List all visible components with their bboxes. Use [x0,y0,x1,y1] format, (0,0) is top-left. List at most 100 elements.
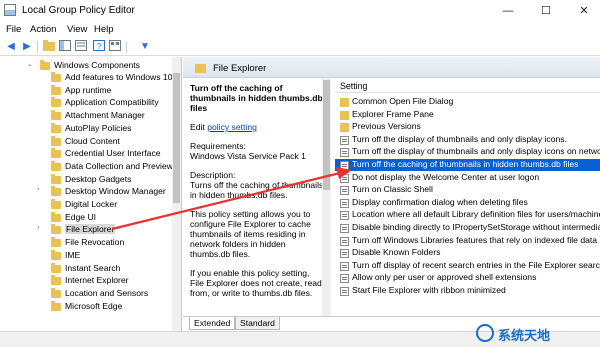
requirements-label: Requirements: [190,141,246,151]
policy-icon [340,236,349,246]
tree-item[interactable]: Attachment Manager [0,110,172,122]
setting-label: Start File Explorer with ribbon minimize… [352,285,506,295]
setting-label: Previous Versions [352,121,421,132]
folder-icon [51,135,61,146]
tree-item-label: Location and Sensors [65,287,149,298]
view-icon[interactable] [108,40,122,54]
tree-item[interactable]: Edge UI [0,211,172,224]
close-button[interactable]: ✕ [566,2,600,20]
setting-folder-row[interactable]: Common Open File Dialog [335,96,600,108]
tree-item[interactable]: Cloud Content [0,135,172,148]
svg-text:?: ? [97,42,102,51]
tree-item[interactable]: Application Compatibility [0,97,172,109]
policy-row[interactable]: Turn off display of recent search entrie… [335,260,600,272]
setting-label: Allow only per user or approved shell ex… [352,272,537,283]
window-title: Local Group Policy Editor [22,5,135,16]
tree-item[interactable]: Credential User Interface [0,148,172,160]
policy-row[interactable]: Location where all default Library defin… [335,209,600,221]
folder-icon [340,98,349,107]
tree-scrollbar[interactable] [172,57,181,347]
folder-up-icon[interactable] [42,40,56,54]
policy-row[interactable]: Turn off the caching of thumbnails in hi… [335,159,600,171]
tree-item[interactable]: File Revocation [0,237,172,249]
tree-item[interactable]: › File Explorer [0,224,172,236]
folder-icon [51,122,61,133]
menu-help[interactable]: Help [94,24,114,35]
menu-view[interactable]: View [67,24,87,35]
setting-folder-row[interactable]: Explorer Frame Pane [335,109,600,121]
policy-row[interactable]: Allow only per user or approved shell ex… [335,272,600,284]
folder-icon [51,110,61,121]
folder-icon [51,237,61,248]
folder-icon [51,97,61,108]
tree-item-label: IME [65,249,81,260]
folder-icon [51,262,61,273]
tree-item-label: App runtime [65,84,112,95]
tree-item-label: Digital Locker [65,199,118,209]
collapse-icon[interactable]: ⌄ [27,60,35,68]
policy-row[interactable]: Do not display the Welcome Center at use… [335,172,600,184]
tree-item[interactable]: IME [0,249,172,262]
toolbar: ◀ ▶ ? ▼ [0,38,600,56]
policy-row[interactable]: Disable binding directly to IPropertySet… [335,222,600,234]
setting-label: Disable Known Folders [352,247,441,258]
setting-folder-row[interactable]: Previous Versions [335,121,600,133]
expand-icon[interactable]: › [37,224,45,231]
tree-item-label: Data Collection and Preview [65,160,173,171]
policy-row[interactable]: Display confirmation dialog when deletin… [335,197,600,209]
show-hide-tree-icon[interactable] [58,40,72,54]
tree-item[interactable]: › Desktop Window Manager [0,186,172,198]
policy-row[interactable]: Disable Known Folders [335,247,600,259]
tree-item[interactable]: Digital Locker [0,199,172,211]
tree-item-label: Internet Explorer [65,275,129,286]
tree-item-label: Windows Components [54,60,140,70]
tree-item[interactable]: Instant Search [0,262,172,275]
back-icon[interactable]: ◀ [4,40,18,54]
tree-item[interactable]: Microsoft Edge [0,300,172,313]
tree-item-windows-components[interactable]: ⌄ Windows Components [0,60,172,72]
description-scrollbar[interactable] [322,78,331,316]
help-icon[interactable]: ? [92,40,106,54]
policy-row[interactable]: Start File Explorer with ribbon minimize… [335,285,600,297]
menu-action[interactable]: Action [30,24,56,35]
app-icon [4,4,16,16]
tree-item[interactable]: Data Collection and Preview [0,160,173,173]
policy-icon [340,287,349,296]
policy-icon [340,261,349,271]
tree-item[interactable]: Add features to Windows 10 [0,72,172,84]
expand-icon[interactable]: › [37,186,45,193]
folder-icon [51,287,61,298]
policy-icon [340,135,349,145]
setting-label: Turn off the display of thumbnails and o… [352,146,600,157]
policy-icon [340,186,349,196]
tree-item-label: Add features to Windows 10 [65,72,173,82]
filter-icon[interactable]: ▼ [138,40,152,54]
minimize-button[interactable]: — [490,2,526,20]
policy-row[interactable]: Turn off Windows Libraries features that… [335,235,600,247]
policy-row[interactable]: Turn off the display of thumbnails and o… [335,146,600,158]
menu-file[interactable]: File [6,24,21,35]
tab-extended[interactable]: Extended [189,317,236,330]
tree-item[interactable]: App runtime [0,84,172,97]
tree-item-label: Microsoft Edge [65,300,123,311]
tree-scroll-thumb[interactable] [173,73,180,203]
forward-icon[interactable]: ▶ [20,40,34,54]
requirements-block: Requirements: Windows Vista Service Pack… [190,141,324,161]
setting-label: Do not display the Welcome Center at use… [352,171,540,182]
policy-row[interactable]: Turn off the display of thumbnails and o… [335,134,600,146]
tree-item[interactable]: Location and Sensors [0,287,172,300]
export-list-icon[interactable] [74,40,88,54]
setting-column-label: Setting [340,81,368,91]
policy-setting-link[interactable]: policy setting [207,122,257,132]
tab-standard[interactable]: Standard [235,317,280,330]
toolbar-separator [126,41,127,53]
tree-item[interactable]: AutoPlay Policies [0,122,172,135]
description-scroll-thumb[interactable] [323,80,330,190]
details-header-title: File Explorer [213,63,267,74]
tree-item[interactable]: Desktop Gadgets [0,173,172,186]
policy-row[interactable]: Turn on Classic Shell [335,184,600,196]
maximize-button[interactable]: ☐ [528,2,564,20]
setting-label: Explorer Frame Pane [352,108,434,119]
settings-column-header[interactable]: Setting [335,78,600,93]
tree-item[interactable]: Internet Explorer [0,275,172,287]
